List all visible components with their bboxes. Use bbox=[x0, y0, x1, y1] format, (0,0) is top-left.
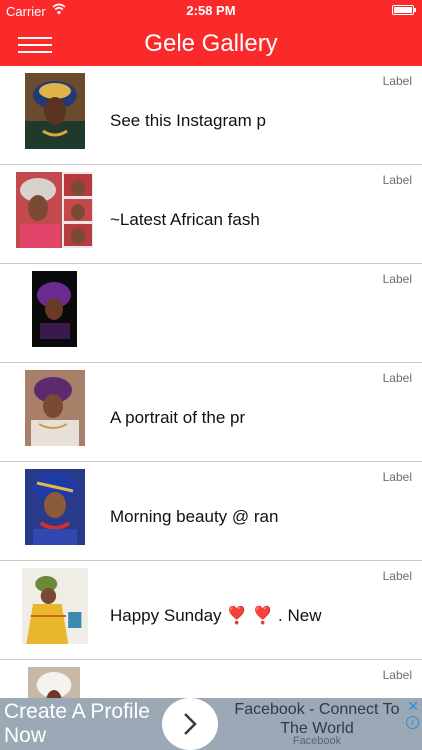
list-item[interactable]: A portrait of the pr Label bbox=[0, 363, 422, 462]
item-label: Label bbox=[382, 569, 412, 583]
item-label: Label bbox=[382, 272, 412, 286]
photo-thumbnail bbox=[25, 469, 85, 545]
gallery-list[interactable]: See this Instagram p Label ~Latest Afric… bbox=[0, 66, 422, 698]
list-item[interactable]: Label bbox=[0, 660, 422, 698]
ad-text[interactable]: Facebook - Connect To The World bbox=[226, 700, 408, 738]
chevron-right-icon bbox=[184, 713, 197, 735]
ad-open-button[interactable] bbox=[162, 698, 218, 750]
status-time: 2:58 PM bbox=[186, 3, 236, 18]
battery-icon bbox=[392, 5, 416, 15]
photo-thumbnail bbox=[32, 271, 77, 347]
ad-headline[interactable]: Create A Profile Now bbox=[4, 700, 164, 748]
item-title: See this Instagram p bbox=[110, 111, 266, 130]
ad-banner[interactable]: Create A Profile Now Facebook - Connect … bbox=[0, 698, 422, 750]
list-item[interactable]: See this Instagram p Label bbox=[0, 66, 422, 165]
status-bar: Carrier 2:58 PM bbox=[0, 0, 422, 22]
navigation-bar: Gele Gallery bbox=[0, 22, 422, 66]
photo-thumbnail bbox=[25, 73, 85, 149]
info-icon[interactable]: i bbox=[406, 716, 419, 729]
item-title: ~Latest African fash bbox=[110, 210, 260, 229]
ad-source: Facebook bbox=[292, 735, 342, 747]
item-title: Morning beauty @ ran bbox=[110, 507, 279, 526]
list-item[interactable]: Label bbox=[0, 264, 422, 363]
item-label: Label bbox=[382, 668, 412, 682]
list-item[interactable]: Morning beauty @ ran Label bbox=[0, 462, 422, 561]
page-title: Gele Gallery bbox=[144, 30, 278, 57]
item-label: Label bbox=[382, 371, 412, 385]
close-icon[interactable]: ✕ bbox=[407, 698, 419, 715]
item-title: Happy Sunday ❣️ ❣️ . New bbox=[110, 606, 322, 625]
list-item[interactable]: Happy Sunday ❣️ ❣️ . New Label bbox=[0, 561, 422, 660]
photo-thumbnail bbox=[25, 370, 85, 446]
list-item[interactable]: ~Latest African fash Label bbox=[0, 165, 422, 264]
photo-thumbnail bbox=[22, 568, 88, 644]
item-label: Label bbox=[382, 74, 412, 88]
photo-thumbnail bbox=[28, 667, 80, 698]
item-title: A portrait of the pr bbox=[110, 408, 246, 427]
item-label: Label bbox=[382, 470, 412, 484]
photo-thumbnail bbox=[16, 172, 93, 248]
item-label: Label bbox=[382, 173, 412, 187]
